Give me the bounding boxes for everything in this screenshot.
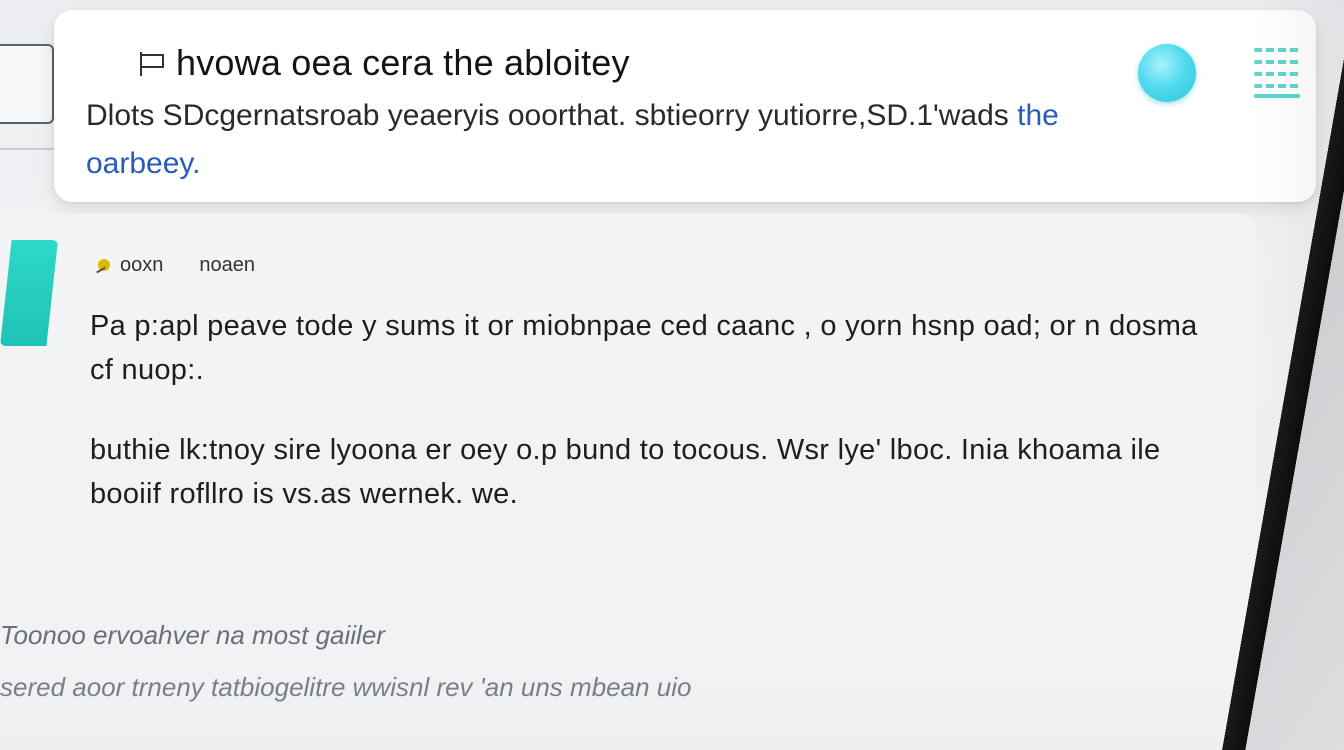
divider — [0, 148, 56, 150]
footer-text: Toonoo ervoahver na most gaiiler — [0, 620, 385, 650]
header-body: Dlots SDcgernatsroab yeaeryis ooorthat. … — [86, 92, 1126, 188]
header-card: hvowa oea cera the abloitey Dlots SDcger… — [54, 10, 1316, 202]
page-title: hvowa oea cera the abloitey — [176, 42, 630, 83]
left-side-tab[interactable] — [0, 44, 54, 124]
header-body-text: Dlots SDcgernatsroab yeaeryis ooorthat. … — [86, 99, 1009, 132]
title-row: hvowa oea cera the abloitey — [136, 42, 630, 84]
post-meta: ooxn noaen — [96, 254, 255, 277]
post-paragraph: Pa p:apl peave tode y sums it or miobnpa… — [90, 310, 1198, 386]
device-bezel — [1186, 0, 1344, 750]
pin-icon — [96, 257, 116, 275]
post-author[interactable]: ooxn — [96, 254, 163, 277]
post-author-label: ooxn — [120, 254, 164, 276]
post-meta-label: noaen — [199, 254, 255, 276]
flag-icon — [136, 48, 166, 78]
footer-text: sered aoor trneny tatbiogelitre wwisnl r… — [0, 672, 692, 702]
post-paragraph: buthie lk:tnoy sire lyoona er oey o.p bu… — [90, 434, 1161, 510]
